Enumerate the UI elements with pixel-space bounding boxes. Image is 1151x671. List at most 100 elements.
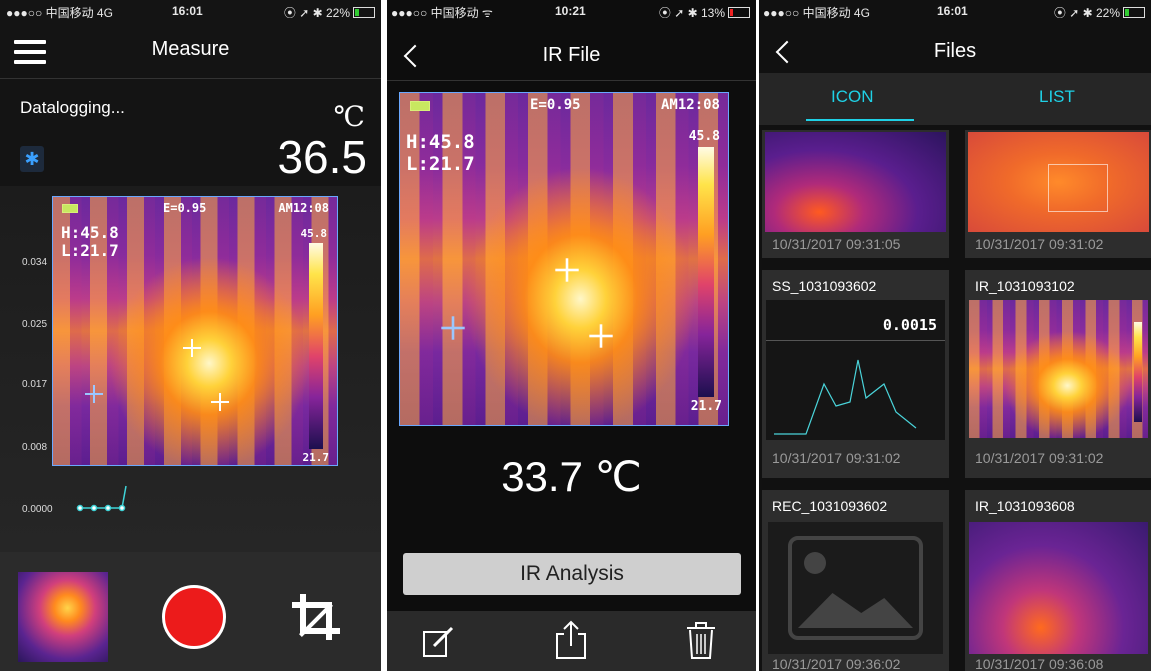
y-tick: 0.025 xyxy=(22,319,48,330)
ir-analysis-button[interactable]: IR Analysis xyxy=(403,553,741,595)
emissivity-label: E=0.95 xyxy=(163,201,207,215)
file-thumbnail xyxy=(969,522,1148,654)
edit-icon[interactable] xyxy=(422,624,458,660)
ir-file-screen: ●●●○○ 中国移动 ᯤ 10:21 ⦿ ➚ ✱ 13% IR File E=0… xyxy=(387,0,756,671)
color-scale-bar xyxy=(698,147,714,397)
file-thumbnail xyxy=(969,300,1148,438)
status-time: 10:21 xyxy=(555,4,586,18)
clock-label: AM12:08 xyxy=(660,97,720,113)
color-scale-bar xyxy=(928,142,938,208)
scale-max-label: 45.8 xyxy=(688,129,720,144)
temperature-reading: 33.7 ℃ xyxy=(501,453,642,500)
active-tab-indicator xyxy=(806,119,914,121)
thumbnail-chart xyxy=(774,359,917,435)
y-tick: 0.0000 xyxy=(22,504,53,515)
status-time: 16:01 xyxy=(172,4,203,18)
file-name: SS_1031093602 xyxy=(772,278,877,294)
data-point xyxy=(104,504,112,512)
file-card[interactable]: REC_1031093602 10/31/2017 09:36:02 xyxy=(762,490,949,671)
carrier-signal: ●●●○○ 中国移动 ᯤ xyxy=(391,6,493,20)
share-icon[interactable] xyxy=(553,620,589,660)
divider xyxy=(387,80,756,81)
high-temp-label: H:45.8 xyxy=(406,131,475,153)
color-scale-bar xyxy=(1132,532,1142,636)
file-thumbnail xyxy=(765,132,946,232)
page-title: Measure xyxy=(151,38,230,60)
file-date: 10/31/2017 09:31:02 xyxy=(975,450,1104,466)
data-point xyxy=(118,504,126,512)
file-date: 10/31/2017 09:31:02 xyxy=(975,236,1104,252)
status-indicators: ⦿ ➚ ✱ 22% xyxy=(284,4,375,21)
datalogging-status: Datalogging... xyxy=(20,98,125,117)
file-date: 10/31/2017 09:31:02 xyxy=(772,450,901,466)
hot-spot-crosshair xyxy=(183,339,201,357)
color-scale-bar xyxy=(309,243,323,449)
file-card[interactable]: 10/31/2017 09:31:05 xyxy=(762,130,949,258)
status-indicators: ⦿ ➚ ✱ 22% xyxy=(1054,4,1145,21)
thermal-image[interactable]: E=0.95 AM12:08 H:45.8 L:21.7 45.8 21.7 xyxy=(399,92,729,426)
battery-icon xyxy=(410,101,430,111)
center-crosshair xyxy=(211,393,229,411)
scale-min-label: 21.7 xyxy=(302,451,330,464)
unit-label: ℃ xyxy=(333,100,365,133)
low-temp-label: L:21.7 xyxy=(406,153,475,175)
file-name: IR_1031093102 xyxy=(975,278,1075,294)
page-title: IR File xyxy=(542,44,601,66)
tab-icon[interactable]: ICON xyxy=(831,87,874,107)
crop-icon[interactable] xyxy=(292,594,340,640)
y-tick: 0.008 xyxy=(22,442,48,453)
battery-icon xyxy=(1123,7,1145,18)
color-scale-bar xyxy=(1134,322,1142,422)
trash-icon[interactable] xyxy=(685,622,717,660)
file-name: IR_1031093608 xyxy=(975,498,1075,514)
scale-max-label: 45.8 xyxy=(300,227,328,240)
carrier-signal: ●●●○○ 中国移动 4G xyxy=(6,6,113,20)
tab-list[interactable]: LIST xyxy=(1039,87,1075,107)
status-bar: ●●●○○ 中国移动 ᯤ 10:21 ⦿ ➚ ✱ 13% xyxy=(387,0,756,22)
last-capture-thumbnail[interactable] xyxy=(18,572,108,662)
emissivity-label: E=0.95 xyxy=(530,97,581,113)
center-crosshair xyxy=(589,324,613,348)
file-date: 10/31/2017 09:31:05 xyxy=(772,236,901,252)
file-name: REC_1031093602 xyxy=(772,498,888,514)
status-bar: ●●●○○ 中国移动 4G 16:01 ⦿ ➚ ✱ 22% xyxy=(0,0,381,22)
low-temp-label: L:21.7 xyxy=(61,241,119,260)
y-tick: 0.034 xyxy=(22,257,48,268)
status-bar: ●●●○○ 中国移动 4G 16:01 ⦿ ➚ ✱ 22% xyxy=(759,0,1151,22)
high-temp-label: H:45.8 xyxy=(61,223,119,242)
status-time: 16:01 xyxy=(937,4,968,18)
y-tick: 0.017 xyxy=(22,379,48,390)
battery-icon xyxy=(728,7,750,18)
file-date: 10/31/2017 09:36:02 xyxy=(772,656,901,671)
status-right-text: ⦿ ➚ ✱ 13% xyxy=(658,6,725,20)
chart-area: 0.034 0.025 0.017 0.008 0.0000 E=0.95 AM… xyxy=(0,186,381,552)
hot-spot-crosshair xyxy=(555,258,579,282)
scale-min-label: 21.7 xyxy=(690,399,722,414)
bluetooth-icon[interactable]: ✱ xyxy=(20,146,44,172)
cold-spot-crosshair xyxy=(441,316,465,340)
cold-spot-crosshair xyxy=(85,385,103,403)
file-card[interactable]: 10/31/2017 09:31:02 xyxy=(965,130,1151,258)
data-point xyxy=(90,504,98,512)
file-card[interactable]: IR_1031093608 10/31/2017 09:36:08 xyxy=(965,490,1151,671)
temperature-reading: 36.5 xyxy=(277,131,367,183)
divider xyxy=(0,78,381,79)
files-screen: ●●●○○ 中国移动 4G 16:01 ⦿ ➚ ✱ 22% Files ICON… xyxy=(759,0,1151,671)
file-card[interactable]: SS_1031093602 0.0015 10/31/2017 09:31:02 xyxy=(762,270,949,478)
battery-icon xyxy=(62,204,78,213)
data-point xyxy=(76,504,84,512)
file-card[interactable]: IR_1031093102 10/31/2017 09:31:02 xyxy=(965,270,1151,478)
status-indicators: ⦿ ➚ ✱ 13% xyxy=(659,4,750,21)
measure-screen: ●●●○○ 中国移动 4G 16:01 ⦿ ➚ ✱ 22% Measure Da… xyxy=(0,0,381,671)
thermal-image[interactable]: E=0.95 AM12:08 H:45.8 L:21.7 45.8 21.7 xyxy=(52,196,338,466)
view-tabs: ICON LIST xyxy=(759,73,1151,125)
status-right-text: ⦿ ➚ ✱ 22% xyxy=(283,6,350,20)
record-button[interactable] xyxy=(162,585,226,649)
page-title: Files xyxy=(933,40,977,62)
file-thumbnail: 0.0015 xyxy=(766,300,945,440)
battery-icon xyxy=(353,7,375,18)
status-right-text: ⦿ ➚ ✱ 22% xyxy=(1053,6,1120,20)
clock-label: AM12:08 xyxy=(278,201,329,215)
file-thumbnail xyxy=(968,132,1149,232)
carrier-signal: ●●●○○ 中国移动 4G xyxy=(763,6,870,20)
